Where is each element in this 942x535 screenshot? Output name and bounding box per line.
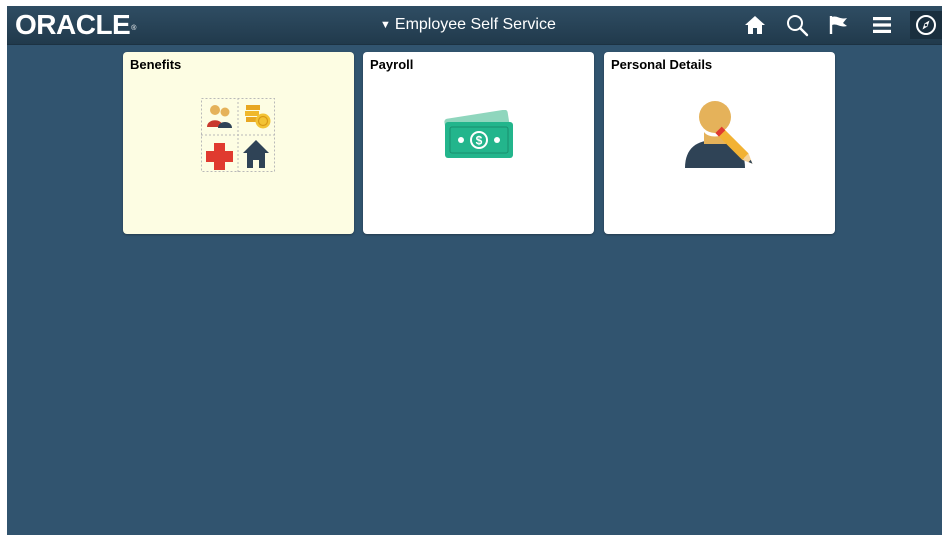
homepage-selector[interactable]: ▼ Employee Self Service	[380, 14, 556, 36]
app-frame: ORACLE® ▼ Employee Self Service Benefits…	[7, 6, 942, 535]
navbar-button[interactable]	[910, 11, 942, 39]
tile-personal-details[interactable]: Personal Details	[604, 52, 835, 234]
home-icon	[745, 16, 765, 34]
triangle-down-icon: ▼	[380, 19, 391, 31]
notifications-button[interactable]	[824, 11, 854, 39]
compass-icon	[916, 15, 936, 35]
search-icon	[787, 15, 809, 37]
tile-title: Benefits	[130, 57, 182, 72]
oracle-logo[interactable]: ORACLE®	[15, 9, 136, 41]
tile-payroll[interactable]: Payroll $	[363, 52, 594, 234]
tile-title: Payroll	[370, 57, 414, 72]
benefits-grid-icon	[201, 98, 275, 172]
page-title: Employee Self Service	[394, 16, 556, 33]
hamburger-icon	[873, 17, 891, 33]
logo-text: ORACLE	[15, 9, 131, 40]
person-edit-icon	[685, 101, 753, 168]
registered-mark: ®	[131, 25, 136, 32]
tile-title: Personal Details	[611, 57, 713, 72]
header-bar: ORACLE® ▼ Employee Self Service	[7, 6, 942, 45]
search-button[interactable]	[782, 11, 812, 39]
actions-menu-button[interactable]	[867, 11, 897, 39]
tile-benefits[interactable]: Benefits	[123, 52, 354, 234]
flag-icon	[829, 16, 847, 34]
svg-text:$: $	[476, 134, 483, 148]
money-icon: $	[444, 110, 513, 158]
home-button[interactable]	[740, 11, 770, 39]
